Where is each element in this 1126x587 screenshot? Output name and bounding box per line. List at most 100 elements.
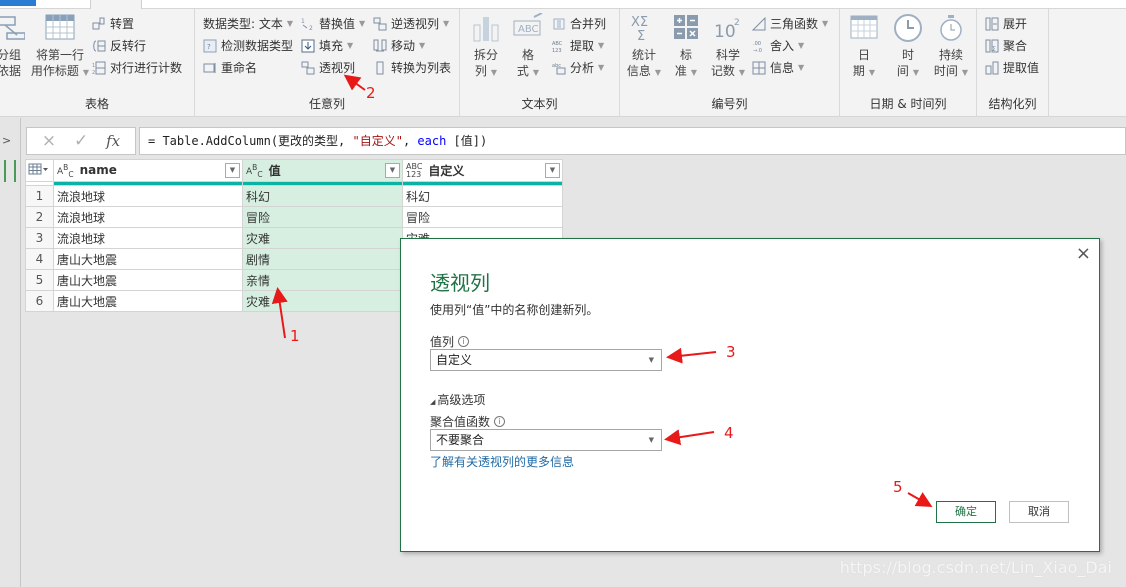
time-button[interactable]: 时 间 ▼: [888, 13, 928, 81]
date-button[interactable]: 日 期 ▼: [844, 13, 884, 81]
group-label-table: 表格: [84, 97, 109, 111]
cell-value[interactable]: 灾难: [242, 290, 403, 312]
cell-name[interactable]: 唐山大地震: [53, 269, 243, 291]
any-type-icon[interactable]: ABC 123: [406, 162, 422, 179]
fx-icon[interactable]: fx: [106, 132, 120, 150]
scientific-button[interactable]: 10 2 科学 记数 ▼: [708, 13, 748, 81]
file-tab[interactable]: [0, 0, 36, 6]
annotation-label-4: 4: [724, 424, 734, 442]
dropdown-caret-icon: ▼: [347, 41, 354, 50]
statistics-button[interactable]: XΣ Σ 统计 信息 ▼: [624, 13, 664, 81]
group-by-button[interactable]: 分组 依据: [0, 13, 28, 79]
filter-dropdown-icon[interactable]: ▼: [225, 163, 240, 178]
standard-label-2: 准: [674, 64, 687, 78]
convert-to-list-button[interactable]: 转换为列表: [373, 58, 451, 78]
svg-text:1: 1: [301, 18, 305, 25]
cell-custom[interactable]: 科幻: [402, 185, 563, 207]
chevron-down-icon: ▼: [648, 356, 654, 364]
table-menu-button[interactable]: [25, 159, 54, 182]
expand-pane-chevron-icon[interactable]: >: [2, 134, 11, 147]
unpivot-columns-button[interactable]: 逆透视列 ▼: [373, 14, 449, 34]
cell-name[interactable]: 流浪地球: [53, 206, 243, 228]
dropdown-caret-icon: ▼: [359, 19, 366, 28]
text-type-icon[interactable]: ABC: [57, 163, 74, 179]
table-row[interactable]: 1 流浪地球 科幻 科幻: [25, 185, 563, 207]
aggregate-button[interactable]: Σ 聚合: [985, 36, 1027, 56]
formula-text: = Table.AddColumn(更改的类型,: [148, 134, 353, 148]
cancel-button[interactable]: 取消: [1009, 501, 1069, 523]
column-header-custom[interactable]: ABC 123 自定义 ▼: [402, 159, 563, 182]
replace-values-button[interactable]: 12 替换值 ▼: [301, 14, 365, 34]
pivot-column-icon: [301, 61, 315, 75]
filter-dropdown-icon[interactable]: ▼: [545, 163, 560, 178]
trigonometry-button[interactable]: 三角函数 ▼: [752, 14, 828, 34]
expand-button[interactable]: 展开: [985, 14, 1027, 34]
queries-pane-collapsed[interactable]: >: [0, 118, 21, 587]
rounding-button[interactable]: .00 →.0 舍入 ▼: [752, 36, 804, 56]
extract-values-label: 提取值: [1003, 61, 1040, 75]
transform-tab[interactable]: [90, 0, 142, 9]
table-row[interactable]: 2 流浪地球 冒险 冒险: [25, 206, 563, 228]
count-rows-button[interactable]: 12 对行进行计数: [92, 58, 182, 78]
rounding-icon: .00→.0: [753, 41, 762, 53]
ok-button[interactable]: 确定: [936, 501, 996, 523]
rename-button[interactable]: 重命名: [203, 58, 257, 78]
split-column-button[interactable]: 拆分 列 ▼: [466, 13, 506, 81]
dropdown-caret-icon: ▼: [443, 19, 450, 28]
cell-name[interactable]: 唐山大地震: [53, 248, 243, 270]
svg-text:XΣ: XΣ: [631, 15, 648, 30]
information-button[interactable]: 信息 ▼: [752, 58, 804, 78]
info-icon[interactable]: i: [494, 416, 506, 427]
data-type-dropdown[interactable]: 数据类型: 文本 ▼: [203, 14, 293, 34]
values-column-select[interactable]: 自定义 ▼: [430, 349, 662, 371]
merge-columns-button[interactable]: 合并列: [552, 14, 606, 34]
text-type-icon[interactable]: ABC: [246, 163, 263, 179]
transpose-button[interactable]: 转置: [92, 14, 134, 34]
column-header-name[interactable]: ABC name ▼: [53, 159, 243, 182]
use-first-row-button[interactable]: 将第一行 用作标题 ▼: [28, 13, 92, 81]
count-rows-icon: 12: [92, 61, 106, 75]
column-header-value[interactable]: ABC 值 ▼: [242, 159, 403, 182]
advanced-options-toggle[interactable]: ◢ 高级选项: [430, 391, 485, 408]
fill-button[interactable]: 填充 ▼: [301, 36, 353, 56]
extract-values-icon: [985, 61, 999, 75]
aggregate-function-select[interactable]: 不要聚合 ▼: [430, 429, 662, 451]
reverse-rows-button[interactable]: 反转行: [92, 36, 146, 56]
extract-button[interactable]: ABC 123 提取 ▼: [552, 36, 604, 56]
reverse-rows-icon: [93, 40, 106, 52]
learn-more-link[interactable]: 了解有关透视列的更多信息: [430, 453, 574, 470]
formula-suffix: [值]): [446, 134, 488, 148]
cell-name[interactable]: 唐山大地震: [53, 290, 243, 312]
format-text-icon: ABC: [513, 13, 543, 36]
cell-value[interactable]: 剧情: [242, 248, 403, 270]
filter-dropdown-icon[interactable]: ▼: [385, 163, 400, 178]
info-icon[interactable]: i: [458, 336, 470, 347]
duration-button[interactable]: 持续 时间 ▼: [930, 13, 972, 81]
cell-value[interactable]: 亲情: [242, 269, 403, 291]
pivot-column-button[interactable]: 透视列: [301, 58, 355, 78]
cell-custom[interactable]: 冒险: [402, 206, 563, 228]
scientific-icon: 102: [714, 18, 740, 42]
cell-name[interactable]: 流浪地球: [53, 185, 243, 207]
extract-values-button[interactable]: 提取值: [985, 58, 1039, 78]
ribbon-tab-strip: [0, 0, 1126, 9]
cell-value[interactable]: 灾难: [242, 227, 403, 249]
detect-data-type-button[interactable]: ? 检测数据类型: [203, 36, 293, 56]
queries-pane-label-icon: [4, 160, 16, 182]
dialog-description: 使用列“值”中的名称创建新列。: [430, 303, 599, 317]
parse-button[interactable]: abc 分析 ▼: [552, 58, 604, 78]
cell-name[interactable]: 流浪地球: [53, 227, 243, 249]
formula-input[interactable]: = Table.AddColumn(更改的类型, "自定义", each [值]…: [139, 127, 1126, 155]
data-type-label: 数据类型: 文本: [203, 17, 283, 31]
move-button[interactable]: 移动 ▼: [373, 36, 425, 56]
close-icon[interactable]: ×: [1076, 243, 1091, 264]
standard-button[interactable]: 标 准 ▼: [668, 13, 704, 81]
format-button[interactable]: ABC 格 式 ▼: [508, 13, 548, 81]
table-menu-icon: [28, 163, 48, 175]
cell-value[interactable]: 冒险: [242, 206, 403, 228]
svg-text:1: 1: [92, 63, 95, 69]
cancel-formula-icon[interactable]: ×: [42, 131, 56, 151]
trigonometry-icon: [752, 17, 766, 31]
confirm-formula-icon[interactable]: ✓: [74, 131, 88, 151]
cell-value[interactable]: 科幻: [242, 185, 403, 207]
